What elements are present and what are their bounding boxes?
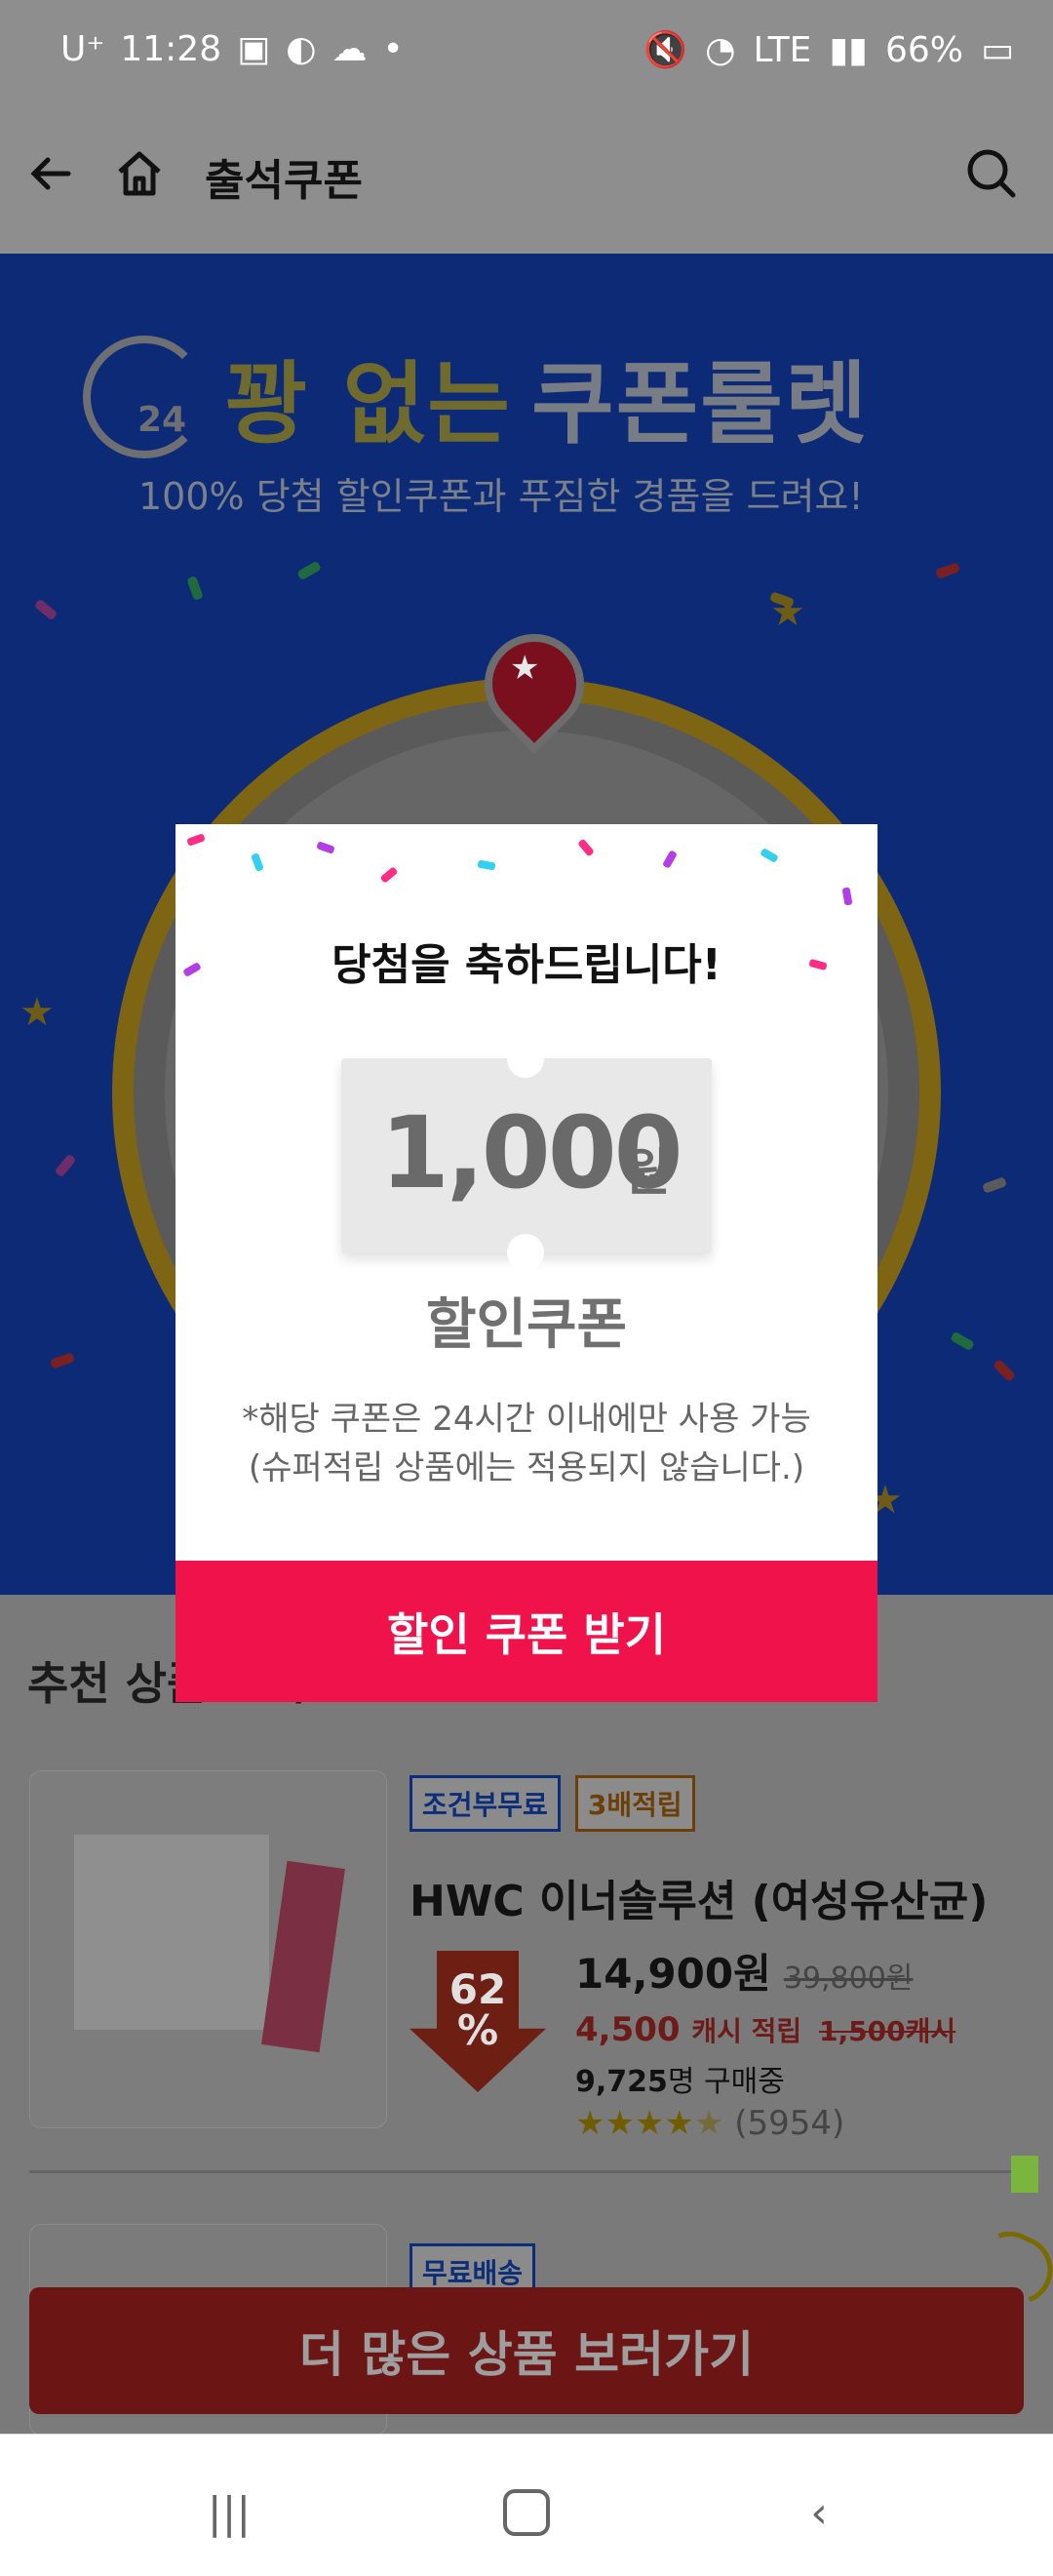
app-bar: 출석쿠폰: [0, 93, 1053, 254]
discount-rate: 62 %: [448, 1969, 507, 2051]
back-arrow-icon: [30, 157, 71, 190]
product-name[interactable]: HWC 이너솔루션 (여성유산균): [410, 1866, 988, 1928]
carrier-label: U⁺: [60, 29, 105, 69]
coupon-notch: [507, 1041, 544, 1078]
confetti-piece: [760, 848, 779, 863]
rating-stars: ★★★★★ (5954): [575, 2104, 956, 2143]
system-navigation-bar: ||| ‹: [0, 2434, 1053, 2576]
product-box-image: [74, 1835, 269, 2030]
winner-modal: 당첨을 축하드립니다! 1,000 원 할인쿠폰 *해당 쿠폰은 24시간 이내…: [176, 824, 878, 1702]
clock-number: 24: [137, 399, 187, 440]
coupon-note-line2: (슈퍼적립 상품에는 적용되지 않습니다.): [248, 1448, 805, 1487]
cash-amount: 4,500: [575, 2010, 681, 2049]
more-products-button[interactable]: 더 많은 상품 보러가기: [29, 2287, 1024, 2414]
discount-number: 62: [448, 1965, 507, 2013]
star-rating-icon: ★★★★: [575, 2104, 694, 2143]
home-square-icon: [503, 2489, 550, 2536]
time-label: 11:28: [120, 29, 222, 69]
talk-icon: ◐: [286, 29, 317, 69]
floating-indicator: [1011, 2156, 1038, 2193]
confetti-piece: [950, 1330, 975, 1352]
cash-reward: 4,500 캐시 적립 1,500캐시: [575, 2010, 956, 2049]
hero-title-highlight: 꽝 없는: [225, 352, 512, 456]
network-label: LTE: [753, 29, 812, 70]
confetti-piece: [251, 852, 264, 872]
confetti-piece: [577, 838, 595, 857]
coupon-note: *해당 쿠폰은 24시간 이내에만 사용 가능 (슈퍼적립 상품에는 적용되지 …: [176, 1395, 878, 1492]
battery-label: 66%: [884, 29, 963, 70]
original-price: 39,800원: [783, 1962, 914, 1996]
recent-apps-button[interactable]: |||: [190, 2478, 268, 2547]
confetti-piece: [50, 1352, 75, 1369]
page-title: 출석쿠폰: [205, 156, 363, 206]
hero-title-row: 24 꽝 없는 쿠폰룰렛: [83, 332, 870, 461]
back-nav-button[interactable]: ‹: [780, 2478, 858, 2547]
search-icon: [967, 149, 1016, 198]
review-count: (5954): [734, 2104, 845, 2143]
cash-original: 1,500캐시: [819, 2015, 956, 2047]
confetti-piece: [477, 859, 496, 871]
confetti-piece: [992, 1358, 1017, 1383]
status-bar: U⁺ 11:28 ▣ ◐ ☁ • 🔇 ◔ LTE ▮▮ 66% ▭: [0, 0, 1053, 93]
get-coupon-button[interactable]: 할인 쿠폰 받기: [176, 1561, 878, 1702]
battery-icon: ▭: [980, 29, 1014, 70]
confetti-piece: [54, 1153, 77, 1178]
coupon-label: 할인쿠폰: [425, 1293, 628, 1357]
confetti-piece: [186, 575, 204, 601]
star-icon: ★: [510, 649, 540, 688]
mute-icon: 🔇: [644, 30, 688, 70]
hero-title-main: 쿠폰룰렛: [530, 352, 870, 456]
dot-icon: •: [382, 29, 404, 69]
buyers-info: 9,725명 구매중: [575, 2057, 956, 2100]
buyers-count: 9,725: [575, 2065, 668, 2099]
sale-price: 14,900원: [575, 1950, 771, 1998]
gallery-icon: ▣: [237, 29, 271, 69]
half-star-icon: ★: [693, 2104, 724, 2143]
home-icon: [118, 151, 161, 196]
confetti-piece: [935, 562, 960, 579]
coupon-ticket: 1,000 원: [341, 1041, 712, 1271]
coupon-notch: [507, 1234, 544, 1271]
confetti-piece: [316, 841, 335, 854]
confetti-piece: [296, 560, 322, 581]
bars-icon: ▮▮: [829, 29, 868, 70]
star-icon: ★: [20, 990, 55, 1035]
product-image[interactable]: [29, 1770, 387, 2128]
product-card[interactable]: 조건부무료 3배적립 HWC 이너솔루션 (여성유산균) 62 % 14,900…: [29, 1770, 1024, 2143]
confetti-piece: [379, 866, 399, 884]
confetti-piece: [982, 1176, 1007, 1194]
coupon-note-line1: *해당 쿠폰은 24시간 이내에만 사용 가능: [242, 1400, 811, 1439]
modal-title: 당첨을 축하드립니다!: [332, 940, 722, 990]
chat-icon: ☁: [332, 29, 368, 69]
badge-row: 조건부무료 3배적립: [410, 1775, 705, 1832]
clock-icon: 24: [83, 335, 206, 458]
hero-subtitle: 100% 당첨 할인쿠폰과 푸짐한 경품을 드려요!: [138, 475, 864, 518]
reward-badge: 3배적립: [574, 1775, 695, 1832]
home-nav-button[interactable]: [488, 2478, 566, 2547]
confetti-piece: [33, 598, 58, 621]
cash-label: 캐시 적립: [691, 2015, 802, 2047]
shipping-badge: 조건부무료: [410, 1775, 561, 1832]
star-icon: ★: [770, 590, 805, 635]
confetti-piece: [662, 850, 678, 869]
divider: [29, 2170, 1024, 2173]
signal-icon: ◔: [705, 29, 736, 70]
buyers-suffix: 명 구매중: [667, 2065, 785, 2099]
confetti-piece: [841, 887, 853, 906]
home-button[interactable]: [105, 139, 174, 208]
price-block: 14,900원 39,800원 4,500 캐시 적립 1,500캐시 9,72…: [575, 1941, 956, 2143]
discount-percent: %: [456, 2006, 499, 2054]
back-button[interactable]: [20, 139, 88, 208]
coupon-unit: 원: [624, 1144, 671, 1203]
confetti-piece: [186, 833, 206, 847]
search-button[interactable]: [957, 139, 1026, 208]
product-stick-image: [261, 1860, 345, 2053]
